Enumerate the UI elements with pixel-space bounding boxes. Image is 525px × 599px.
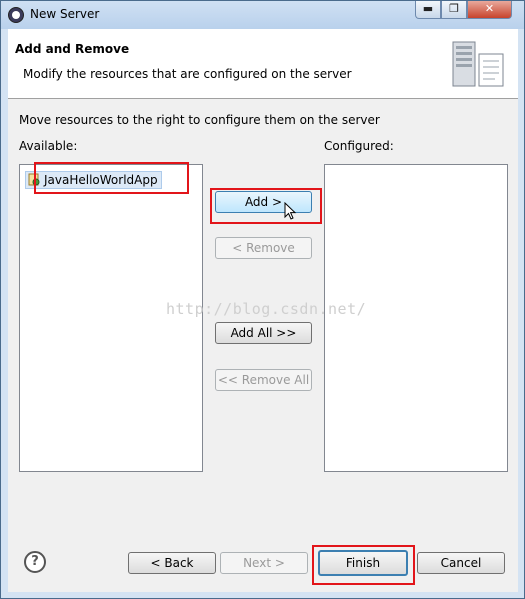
available-label: Available: bbox=[19, 139, 78, 153]
add-highlight-box bbox=[210, 188, 322, 224]
close-button[interactable]: ✕ bbox=[467, 1, 512, 19]
instruction-text: Move resources to the right to configure… bbox=[19, 113, 380, 127]
mouse-pointer-icon bbox=[284, 202, 297, 220]
page-description: Modify the resources that are configured… bbox=[23, 67, 352, 81]
back-button[interactable]: < Back bbox=[128, 552, 216, 574]
next-button[interactable]: Next > bbox=[220, 552, 308, 574]
configured-list[interactable] bbox=[324, 164, 508, 472]
item-highlight-box bbox=[34, 162, 189, 194]
wizard-banner: Add and Remove Modify the resources that… bbox=[8, 29, 518, 99]
minimize-button[interactable]: ▬ bbox=[415, 1, 441, 19]
eclipse-icon bbox=[8, 7, 24, 23]
available-list[interactable]: JavaHelloWorldApp bbox=[19, 164, 203, 472]
window-title: New Server bbox=[30, 7, 100, 21]
remove-button[interactable]: < Remove bbox=[215, 237, 312, 259]
finish-highlight-box bbox=[312, 545, 415, 585]
watermark: http://blog.csdn.net/ bbox=[166, 300, 367, 318]
help-icon[interactable]: ? bbox=[24, 551, 46, 573]
title-bar[interactable]: New Server ▬ ❐ ✕ bbox=[1, 1, 524, 29]
server-icon bbox=[452, 41, 504, 87]
add-all-button[interactable]: Add All >> bbox=[215, 322, 312, 344]
maximize-button[interactable]: ❐ bbox=[441, 1, 467, 19]
cancel-button[interactable]: Cancel bbox=[417, 552, 505, 574]
configured-label: Configured: bbox=[324, 139, 394, 153]
remove-all-button[interactable]: << Remove All bbox=[215, 369, 312, 391]
page-title: Add and Remove bbox=[15, 42, 130, 56]
